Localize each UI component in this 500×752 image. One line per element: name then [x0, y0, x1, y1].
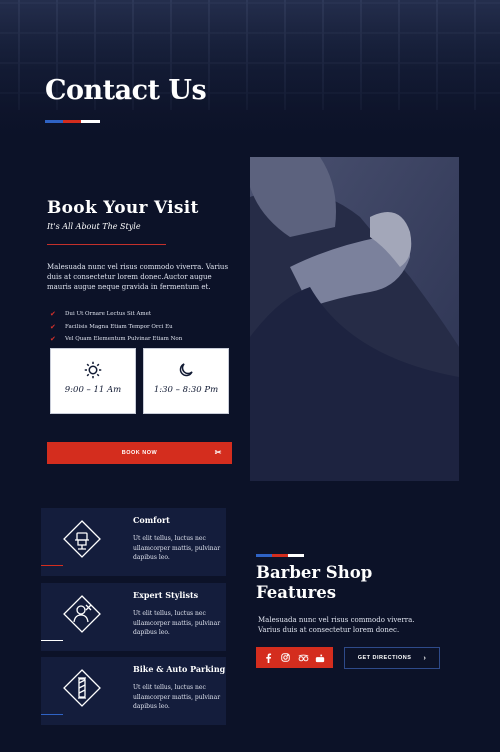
chevron-right-icon: › — [423, 654, 427, 662]
feature-text: Ut elit tellus, luctus nec ullamcorper m… — [133, 535, 221, 561]
hours-time: 9:00 – 11 Am — [64, 385, 122, 395]
barber-chair-icon — [63, 520, 101, 558]
shop-description: Malesuada nunc vel risus commodo viverra… — [258, 616, 415, 634]
checklist-item: ✔ Vel Quam Elementum Pulvinar Etiam Non — [50, 335, 183, 344]
feature-card-parking: Bike & Auto Parking Ut elit tellus, luct… — [41, 657, 226, 725]
accent-line — [41, 565, 63, 566]
page-title: Contact Us — [45, 75, 207, 106]
divider-line — [47, 244, 166, 245]
feature-title: Comfort — [133, 515, 170, 525]
feature-title: Bike & Auto Parking — [133, 664, 226, 674]
check-icon: ✔ — [50, 310, 56, 319]
feature-card-expert-stylists: Expert Stylists Ut elit tellus, luctus n… — [41, 583, 226, 651]
feature-title: Expert Stylists — [133, 590, 199, 600]
hours-card-morning: 9:00 – 11 Am — [50, 348, 136, 414]
social-bar — [256, 647, 333, 668]
booking-subtitle: It's All About The Style — [47, 222, 141, 231]
instagram-icon[interactable] — [280, 652, 292, 664]
tripadvisor-icon[interactable] — [297, 652, 309, 664]
checklist: ✔ Dui Ut Ornare Lectus Sit Amet ✔ Facilisi… — [50, 308, 182, 346]
book-now-button[interactable]: BOOK NOW ✂ — [47, 442, 232, 464]
sun-icon — [84, 361, 102, 379]
accent-line — [41, 714, 63, 715]
checklist-item: ✔ Facilisis Magna Etiam Tempor Orci Eu — [50, 322, 173, 331]
moon-icon — [179, 363, 193, 377]
accent-line — [41, 640, 63, 641]
check-icon: ✔ — [50, 335, 56, 344]
get-directions-button[interactable]: GET DIRECTIONS › — [344, 647, 440, 669]
feature-card-comfort: Comfort Ut elit tellus, luctus nec ullam… — [41, 508, 226, 576]
check-icon: ✔ — [50, 322, 56, 331]
book-now-label: BOOK NOW — [121, 450, 158, 456]
checklist-item: ✔ Dui Ut Ornare Lectus Sit Amet — [50, 310, 152, 319]
tricolor-divider — [256, 554, 304, 557]
feature-text: Ut elit tellus, luctus nec ullamcorper m… — [133, 684, 221, 710]
hours-card-evening: 1:30 – 8:30 Pm — [143, 348, 229, 414]
stylist-icon — [63, 595, 101, 633]
barber-photo — [250, 157, 459, 481]
barber-shaving-client-image — [250, 157, 459, 481]
youtube-icon[interactable] — [314, 652, 326, 664]
booking-title: Book Your Visit — [47, 198, 199, 218]
tricolor-divider — [45, 120, 100, 123]
scissors-icon: ✂ — [214, 448, 222, 457]
get-directions-label: GET DIRECTIONS — [357, 655, 412, 661]
facebook-icon[interactable] — [263, 652, 275, 664]
shop-features-title: Barber Shop Features — [256, 563, 373, 602]
hours-time: 1:30 – 8:30 Pm — [153, 385, 219, 395]
booking-description: Malesuada nunc vel risus commodo viverra… — [47, 263, 229, 291]
feature-text: Ut elit tellus, luctus nec ullamcorper m… — [133, 610, 221, 636]
barber-pole-icon — [63, 669, 101, 707]
